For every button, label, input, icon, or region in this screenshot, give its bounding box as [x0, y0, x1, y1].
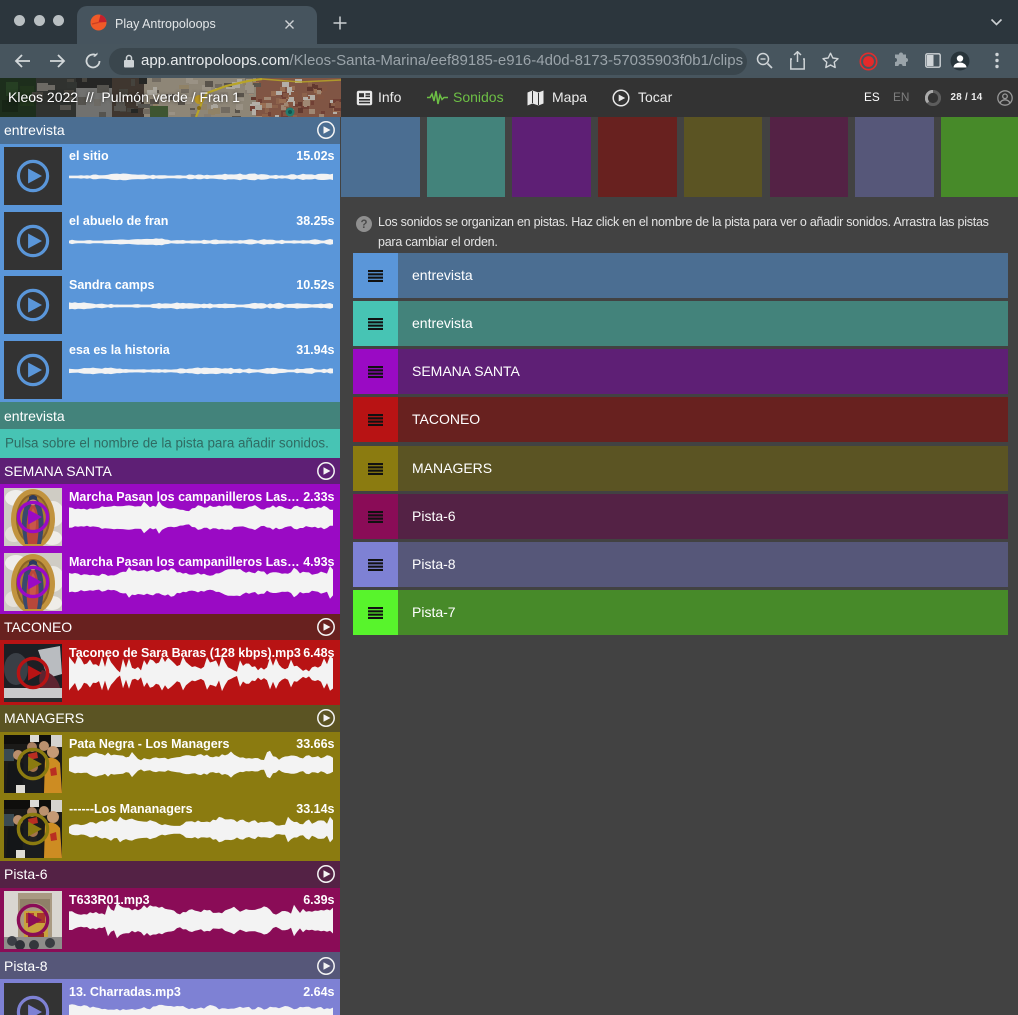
- svg-text:?: ?: [360, 219, 367, 231]
